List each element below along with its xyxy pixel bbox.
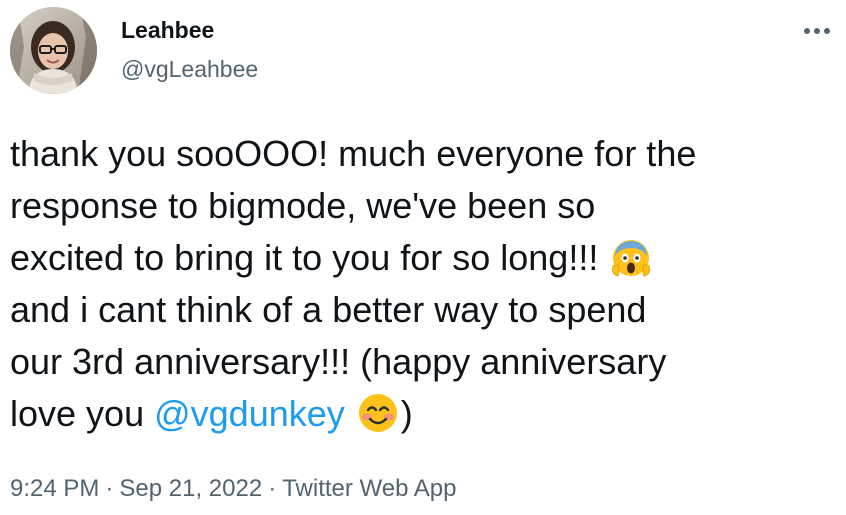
avatar[interactable] (10, 7, 97, 94)
face-screaming-in-fear-emoji (610, 236, 652, 278)
tweet-metadata: 9:24 PM · Sep 21, 2022 · Twitter Web App (10, 472, 457, 506)
tweet-text-line: thank you sooOOO! much everyone for the (10, 133, 697, 174)
tweet-text-line: our 3rd anniversary!!! (happy anniversar… (10, 341, 667, 382)
tweet-text-segment: excited to bring it to you for so long!!… (10, 237, 599, 278)
tweet-text-line: and i cant think of a better way to spen… (10, 289, 647, 330)
tweet-text: thank you sooOOO! much everyone for the … (10, 128, 840, 440)
meta-separator: · (268, 475, 277, 502)
display-name[interactable]: Leahbee (121, 14, 258, 46)
more-options-button[interactable] (800, 18, 834, 44)
more-horizontal-icon (804, 28, 830, 34)
mention-link[interactable]: @vgdunkey (154, 393, 345, 434)
author-info: Leahbee @vgLeahbee (121, 14, 258, 86)
tweet-text-line: response to bigmode, we've been so (10, 185, 596, 226)
avatar-image (10, 7, 97, 94)
tweet-text-segment: love you (10, 393, 145, 434)
smiling-face-with-smiling-eyes-emoji (357, 392, 399, 434)
user-handle[interactable]: @vgLeahbee (121, 52, 258, 86)
tweet-date[interactable]: Sep 21, 2022 (119, 475, 262, 502)
tweet-source[interactable]: Twitter Web App (282, 475, 456, 502)
tweet-card: Leahbee @vgLeahbee thank you sooOOO! muc… (0, 0, 846, 515)
tweet-text-line-6: love you @vgdunkey ) (10, 388, 840, 440)
tweet-text-line-3: excited to bring it to you for so long!!… (10, 232, 840, 284)
meta-separator: · (105, 475, 114, 502)
tweet-time[interactable]: 9:24 PM (10, 475, 99, 502)
tweet-text-closing: ) (400, 393, 413, 434)
